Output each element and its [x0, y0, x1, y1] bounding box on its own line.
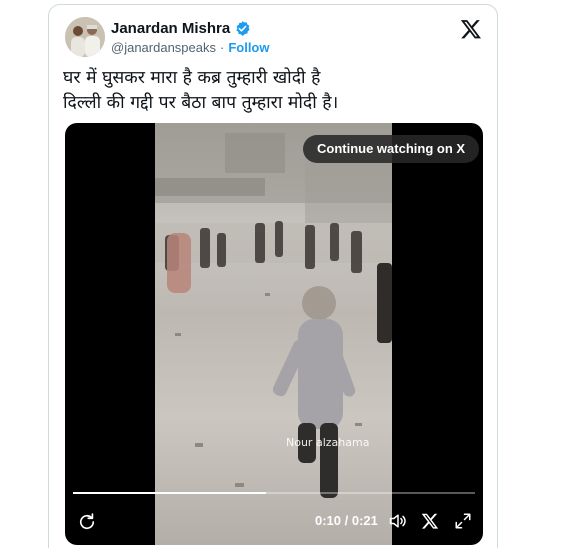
author-handle[interactable]: @janardanspeaks — [111, 40, 216, 55]
author-name[interactable]: Janardan Mishra — [111, 20, 230, 37]
tweet-line: दिल्ली की गद्दी पर बैठा बाप तुम्हारा मोद… — [63, 93, 339, 113]
follow-link[interactable]: Follow — [228, 40, 269, 55]
tweet-text: घर में घुसकर मारा है कब्र तुम्हारी खोदी … — [63, 66, 483, 116]
video-progress-bar[interactable] — [73, 492, 475, 494]
video-player[interactable]: Continue watching on X Nour alzahama 0:1… — [65, 123, 483, 545]
embedded-tweet-card: Janardan Mishra @janardanspeaks · Follow… — [48, 4, 498, 548]
replay-icon[interactable] — [77, 512, 97, 532]
video-progress-fill — [73, 492, 266, 494]
video-frame[interactable] — [155, 123, 392, 545]
separator-dot: · — [219, 40, 225, 55]
tweet-line: घर में घुसकर मारा है कब्र तुम्हारी खोदी … — [63, 68, 321, 88]
x-logo-icon[interactable] — [421, 512, 439, 530]
author-name-row[interactable]: Janardan Mishra — [111, 18, 251, 38]
video-controls: 0:10 / 0:21 — [65, 509, 483, 535]
avatar[interactable] — [65, 17, 105, 57]
continue-watching-button[interactable]: Continue watching on X — [303, 135, 480, 163]
verified-badge-icon — [234, 20, 251, 37]
handle-row: @janardanspeaks · Follow — [111, 40, 270, 55]
x-logo-icon[interactable] — [460, 18, 482, 40]
video-watermark: Nour alzahama — [286, 436, 370, 449]
volume-icon[interactable] — [388, 511, 408, 531]
video-time: 0:10 / 0:21 — [315, 513, 378, 528]
fullscreen-icon[interactable] — [454, 512, 472, 530]
